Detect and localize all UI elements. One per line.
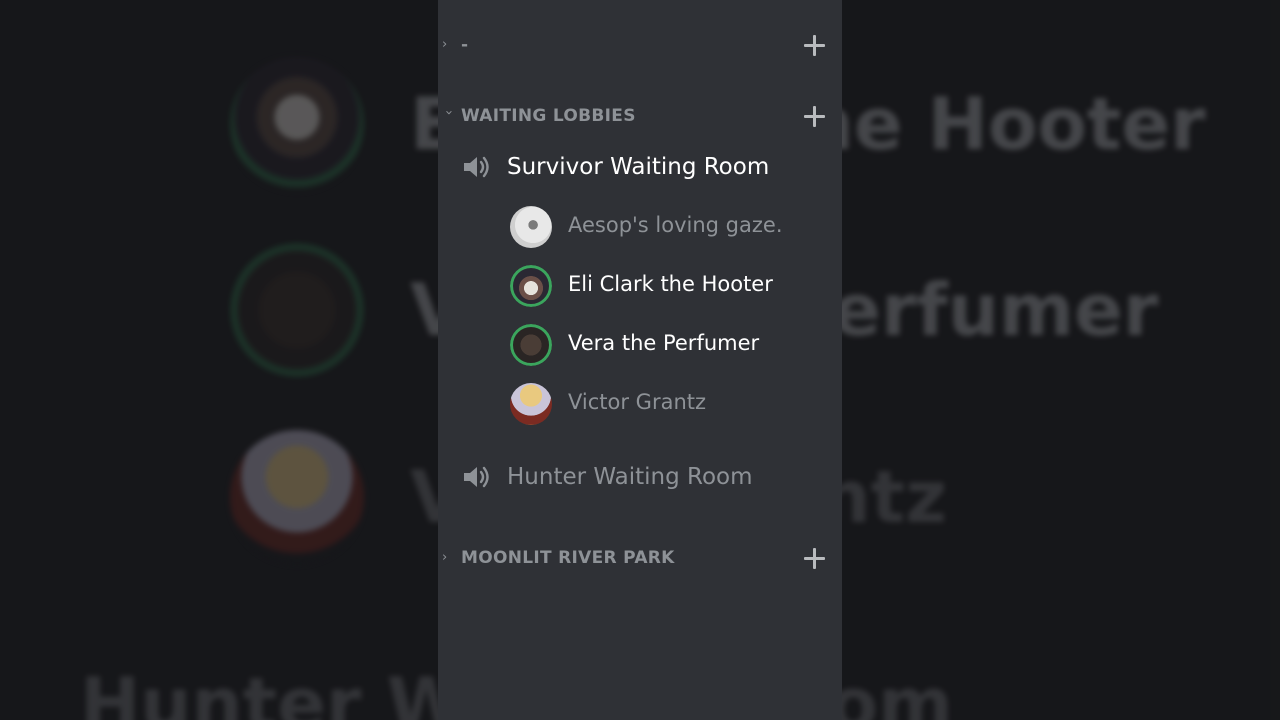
speaking-ring [510, 324, 552, 366]
speaker-icon [464, 466, 489, 488]
chevron-down-icon: › [441, 110, 456, 116]
speaking-ring [510, 265, 552, 307]
avatar [510, 324, 552, 366]
channel-label: Hunter Waiting Room [507, 464, 753, 490]
chevron-right-icon: › [442, 37, 448, 52]
avatar [510, 206, 552, 248]
channel-label: Survivor Waiting Room [507, 154, 770, 180]
chevron-right-icon: › [442, 550, 448, 565]
member-name: Eli Clark the Hooter [568, 272, 773, 296]
add-channel-icon[interactable] [802, 33, 826, 57]
avatar [510, 265, 552, 307]
category-label: - [461, 35, 469, 55]
voice-member[interactable]: Eli Clark the Hooter [508, 263, 828, 309]
voice-member[interactable]: Aesop's loving gaze. [508, 204, 828, 250]
category-waiting-lobbies[interactable]: › WAITING LOBBIES [438, 101, 842, 131]
category-label: WAITING LOBBIES [461, 106, 636, 126]
voice-channel-hunter[interactable]: Hunter Waiting Room [458, 457, 828, 497]
member-name: Victor Grantz [568, 390, 707, 414]
avatar [510, 383, 552, 425]
voice-member[interactable]: Vera the Perfumer [508, 322, 828, 368]
category-moonlit-river-park[interactable]: › MOONLIT RIVER PARK [438, 543, 842, 573]
add-channel-icon[interactable] [802, 104, 826, 128]
add-channel-icon[interactable] [802, 546, 826, 570]
category-label: MOONLIT RIVER PARK [461, 548, 675, 568]
member-name: Vera the Perfumer [568, 331, 760, 355]
speaker-icon [464, 156, 489, 178]
voice-channel-survivor[interactable]: Survivor Waiting Room [458, 147, 828, 187]
channel-list-panel: › - › WAITING LOBBIES Survivor Waiting R… [438, 0, 842, 720]
voice-member[interactable]: Victor Grantz [508, 381, 828, 427]
category-dash[interactable]: › - [438, 30, 842, 60]
member-name: Aesop's loving gaze. [568, 213, 783, 237]
